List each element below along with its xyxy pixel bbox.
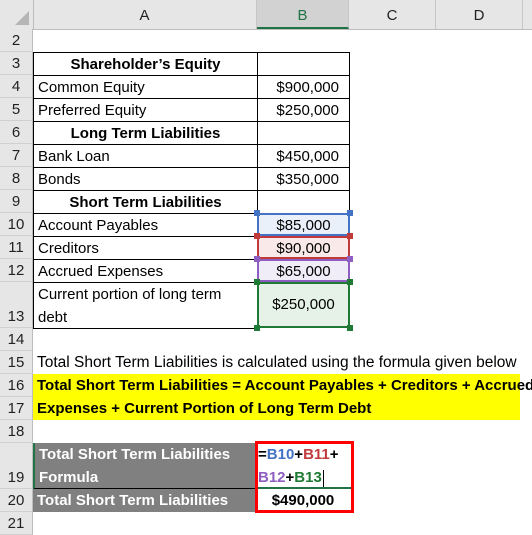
row-header-17[interactable]: 17 <box>0 397 33 420</box>
column-header-b[interactable]: B <box>257 0 349 29</box>
cell-b3[interactable] <box>257 52 350 76</box>
formula-label-line2: Formula <box>39 469 99 486</box>
row-header-3[interactable]: 3 <box>0 52 33 75</box>
row-header-15[interactable]: 15 <box>0 351 33 374</box>
cell-b10-value[interactable]: $85,000 <box>257 213 350 236</box>
range-handle-b13-tr[interactable] <box>347 279 353 285</box>
range-handle-b13-br[interactable] <box>347 325 353 331</box>
cell-a20-total-label[interactable]: Total Short Term Liabilities <box>33 489 257 512</box>
range-handle-b13-tl[interactable] <box>254 279 260 285</box>
row-header-20[interactable]: 20 <box>0 489 33 512</box>
cell-a10-label[interactable]: Account Payables <box>33 213 258 237</box>
row-header-6[interactable]: 6 <box>0 121 33 144</box>
cell-a5-label[interactable]: Preferred Equity <box>33 98 258 122</box>
row-header-13[interactable]: 13 <box>0 282 33 328</box>
highlight-box <box>255 441 354 513</box>
cell-b6[interactable] <box>257 121 350 145</box>
cell-a6-long-term-header[interactable]: Long Term Liabilities <box>33 121 258 145</box>
cell-a16-formula-text[interactable]: Total Short Term Liabilities = Account P… <box>33 374 532 397</box>
row-header-4[interactable]: 4 <box>0 75 33 98</box>
row-header-2[interactable]: 2 <box>0 29 33 52</box>
range-handle-b11-tl[interactable] <box>254 233 260 239</box>
cell-b8-value[interactable]: $350,000 <box>257 167 350 191</box>
select-all-button[interactable] <box>0 0 34 29</box>
cell-b5-value[interactable]: $250,000 <box>257 98 350 122</box>
row-header-5[interactable]: 5 <box>0 98 33 121</box>
cell-a7-label[interactable]: Bank Loan <box>33 144 258 168</box>
cell-b4-value[interactable]: $900,000 <box>257 75 350 99</box>
cell-b12-value[interactable]: $65,000 <box>257 259 350 282</box>
cell-a9-short-term-header[interactable]: Short Term Liabilities <box>33 190 258 214</box>
row-header-8[interactable]: 8 <box>0 167 33 190</box>
row-header-9[interactable]: 9 <box>0 190 33 213</box>
row-header-19[interactable]: 19 <box>0 443 33 489</box>
cell-a13-label-line1: Current portion of long term <box>38 286 222 303</box>
row-header-11[interactable]: 11 <box>0 236 33 259</box>
range-handle-b13-bl[interactable] <box>254 325 260 331</box>
cell-a13-label-line2: debt <box>38 309 68 326</box>
range-handle-b10-tl[interactable] <box>254 210 260 216</box>
formula-label-line1: Total Short Term Liabilities <box>39 446 231 463</box>
range-handle-b11-tr[interactable] <box>347 233 353 239</box>
row-header-14[interactable]: 14 <box>0 328 33 351</box>
cell-a4-label[interactable]: Common Equity <box>33 75 258 99</box>
cell-a15-note[interactable]: Total Short Term Liabilities is calculat… <box>33 351 517 374</box>
column-header-e[interactable] <box>523 0 532 29</box>
range-handle-b12-tr[interactable] <box>347 256 353 262</box>
row-header-12[interactable]: 12 <box>0 259 33 282</box>
cell-a11-label[interactable]: Creditors <box>33 236 258 260</box>
range-handle-b12-tl[interactable] <box>254 256 260 262</box>
cell-b7-value[interactable]: $450,000 <box>257 144 350 168</box>
row-header-10[interactable]: 10 <box>0 213 33 236</box>
column-header-c[interactable]: C <box>349 0 436 29</box>
cell-a3-shareholders-equity[interactable]: Shareholder’s Equity <box>33 52 258 76</box>
cell-a19-formula-label[interactable]: Total Short Term Liabilities Formula <box>33 443 257 489</box>
cell-b13-value[interactable]: $250,000 <box>257 282 350 328</box>
row-header-16[interactable]: 16 <box>0 374 33 397</box>
cell-a17-formula-text[interactable]: Expenses + Current Portion of Long Term … <box>33 397 520 420</box>
cell-a8-label[interactable]: Bonds <box>33 167 258 191</box>
cell-a13-label[interactable]: Current portion of long term debt <box>33 282 258 329</box>
cell-b9[interactable] <box>257 190 350 214</box>
range-handle-b10-tr[interactable] <box>347 210 353 216</box>
select-all-icon <box>15 11 29 25</box>
row-header-21[interactable]: 21 <box>0 512 33 535</box>
row-header-18[interactable]: 18 <box>0 420 33 443</box>
cell-b11-value[interactable]: $90,000 <box>257 236 350 259</box>
cell-a12-label[interactable]: Accrued Expenses <box>33 259 258 283</box>
column-header-d[interactable]: D <box>436 0 523 29</box>
row-header-7[interactable]: 7 <box>0 144 33 167</box>
column-header-a[interactable]: A <box>33 0 257 29</box>
